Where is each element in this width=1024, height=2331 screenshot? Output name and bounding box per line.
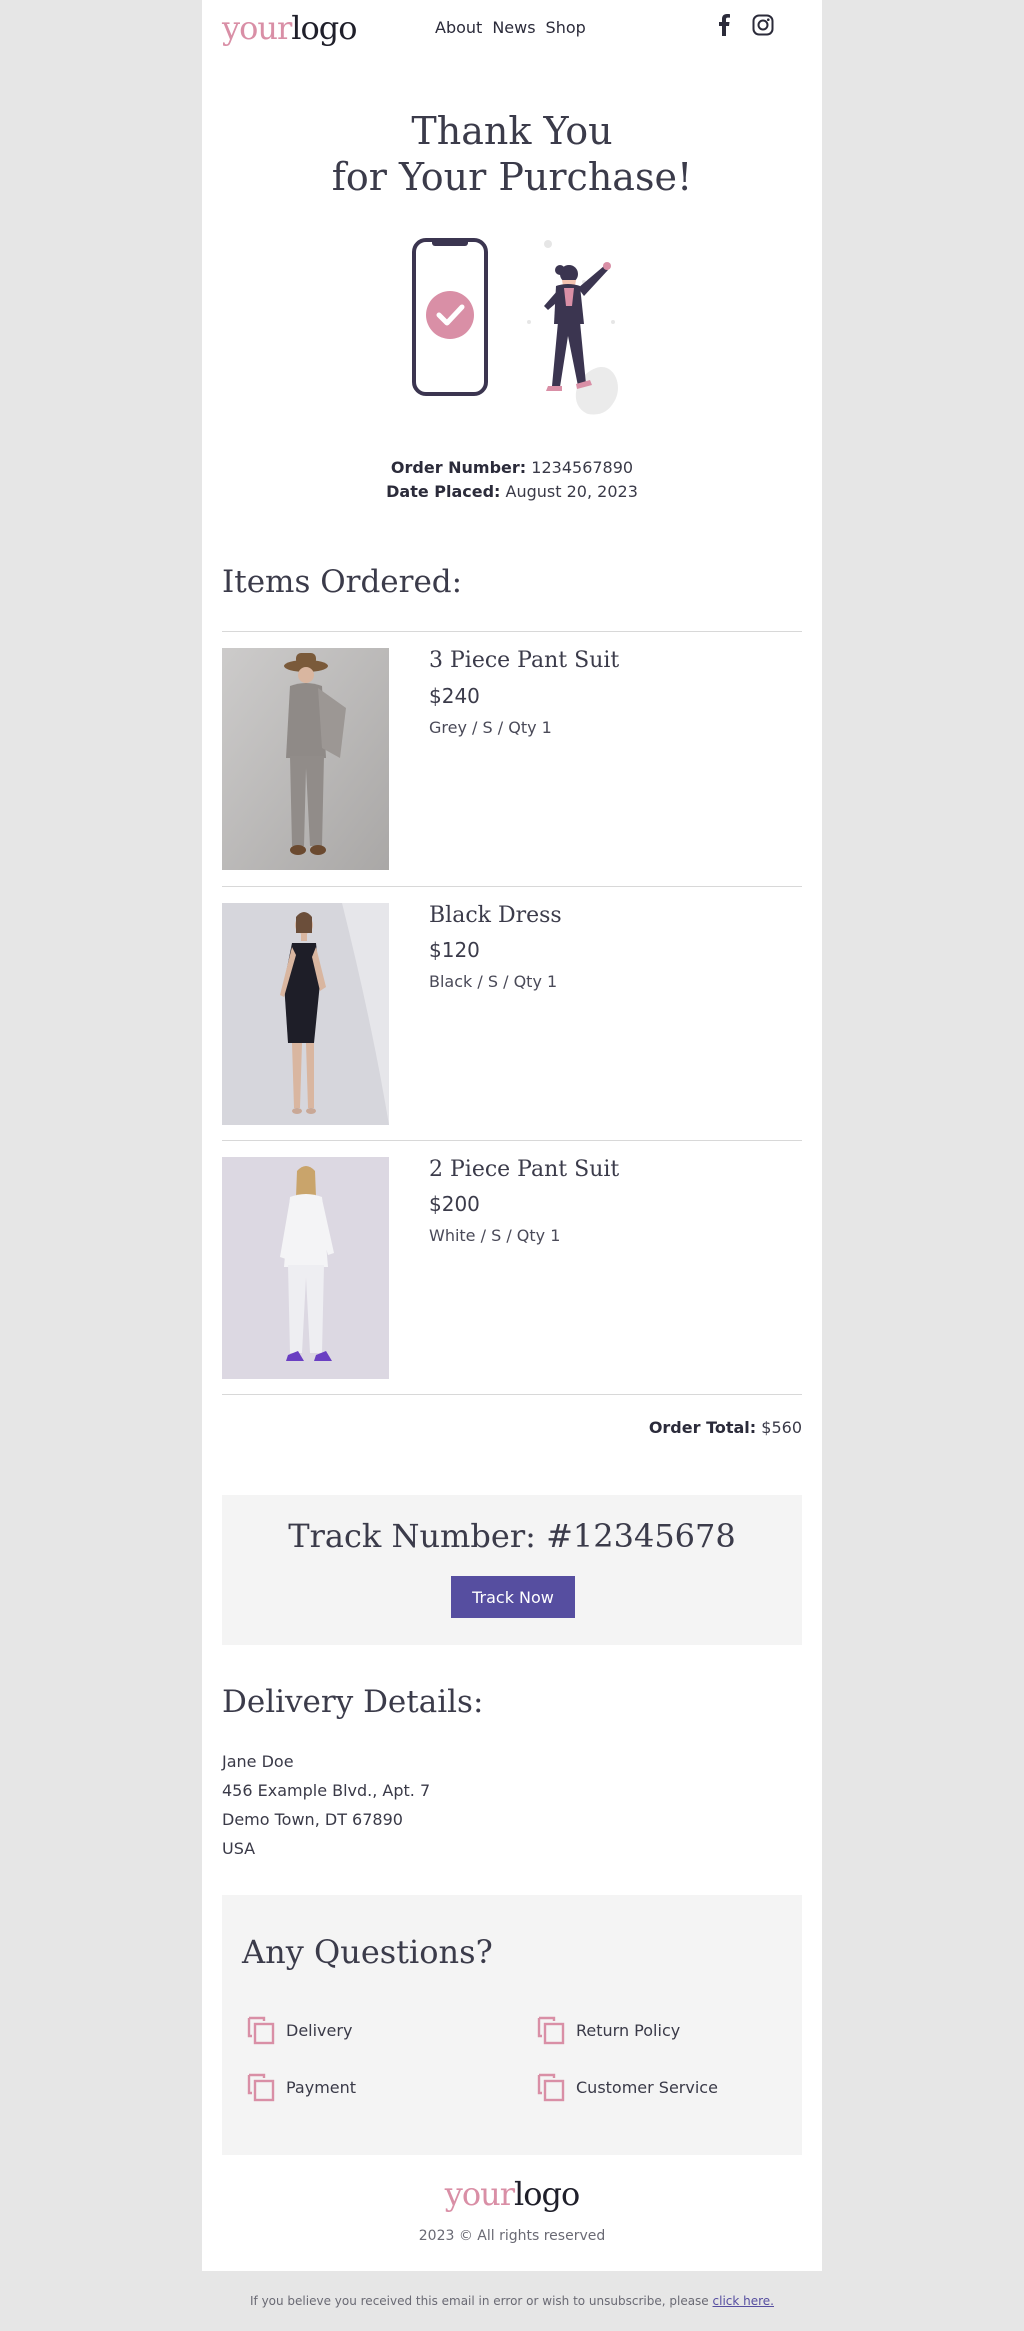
product-image-white-suit[interactable] [222,1157,389,1379]
address-line: Jane Doe [222,1752,294,1771]
nav-shop[interactable]: Shop [546,18,586,37]
check-circle-icon [426,291,474,339]
copy-icon [537,2073,565,2102]
copy-icon [537,2016,565,2045]
questions-heading: Any Questions? [242,1933,493,1971]
top-nav: About News Shop [435,18,586,37]
order-number: 1234567890 [531,458,634,477]
items-heading: Items Ordered: [222,564,463,600]
item-name[interactable]: 2 Piece Pant Suit [429,1157,619,1182]
order-total: Order Total: $560 [648,1418,802,1437]
delivery-heading: Delivery Details: [222,1684,484,1720]
logo[interactable]: yourlogo [222,9,358,47]
tracking-panel: Track Number: #12345678 Track Now [222,1495,802,1645]
link-return-policy[interactable]: Return Policy [536,2015,680,2045]
link-payment[interactable]: Payment [246,2072,356,2102]
nav-news[interactable]: News [492,18,535,37]
divider [222,886,802,887]
link-delivery[interactable]: Delivery [246,2015,352,2045]
copyright: 2023 © All rights reserved [418,2228,606,2244]
address-line: Demo Town, DT 67890 [222,1810,403,1829]
address-line: 456 Example Blvd., Apt. 7 [222,1781,431,1800]
link-customer-service[interactable]: Customer Service [536,2072,718,2102]
order-total-value: $560 [761,1418,802,1437]
delivery-address: Jane Doe 456 Example Blvd., Apt. 7 Demo … [222,1747,430,1863]
address-line: USA [222,1839,256,1858]
unsubscribe-notice: If you believe you received this email i… [249,2294,774,2308]
item-price: $240 [429,684,480,708]
item-price: $200 [429,1192,480,1216]
product-image-grey-suit[interactable] [222,648,389,870]
questions-panel: Any Questions? Delivery Return Policy Pa… [222,1895,802,2155]
copy-icon [247,2016,275,2045]
item-variant: Grey / S / Qty 1 [429,718,552,737]
order-number-row: Order Number: 1234567890 [390,458,634,477]
divider [222,1394,802,1395]
facebook-icon[interactable] [717,14,731,36]
page-title: Thank You for Your Purchase! [331,109,693,199]
item-name[interactable]: 3 Piece Pant Suit [429,648,619,673]
nav-about[interactable]: About [435,18,482,37]
order-info: Order Number: 1234567890 Date Placed: Au… [202,456,822,504]
item-variant: White / S / Qty 1 [429,1226,561,1245]
copy-icon [247,2073,275,2102]
track-number: Track Number: #12345678 [288,1517,736,1555]
footer-logo[interactable]: yourlogo [202,2175,822,2213]
item-variant: Black / S / Qty 1 [429,972,558,991]
instagram-icon[interactable] [752,14,774,36]
divider [222,631,802,632]
date-placed-row: Date Placed: August 20, 2023 [386,482,638,501]
item-name[interactable]: Black Dress [429,903,562,928]
email-card: yourlogo About News Shop Thank You for Y… [202,0,822,2271]
purchase-illustration [412,238,618,415]
date-placed: August 20, 2023 [505,482,638,501]
unsubscribe-link[interactable]: click here. [713,2294,774,2308]
product-image-black-dress[interactable] [222,903,389,1125]
item-price: $120 [429,938,480,962]
divider [222,1140,802,1141]
track-now-button[interactable]: Track Now [451,1576,575,1618]
